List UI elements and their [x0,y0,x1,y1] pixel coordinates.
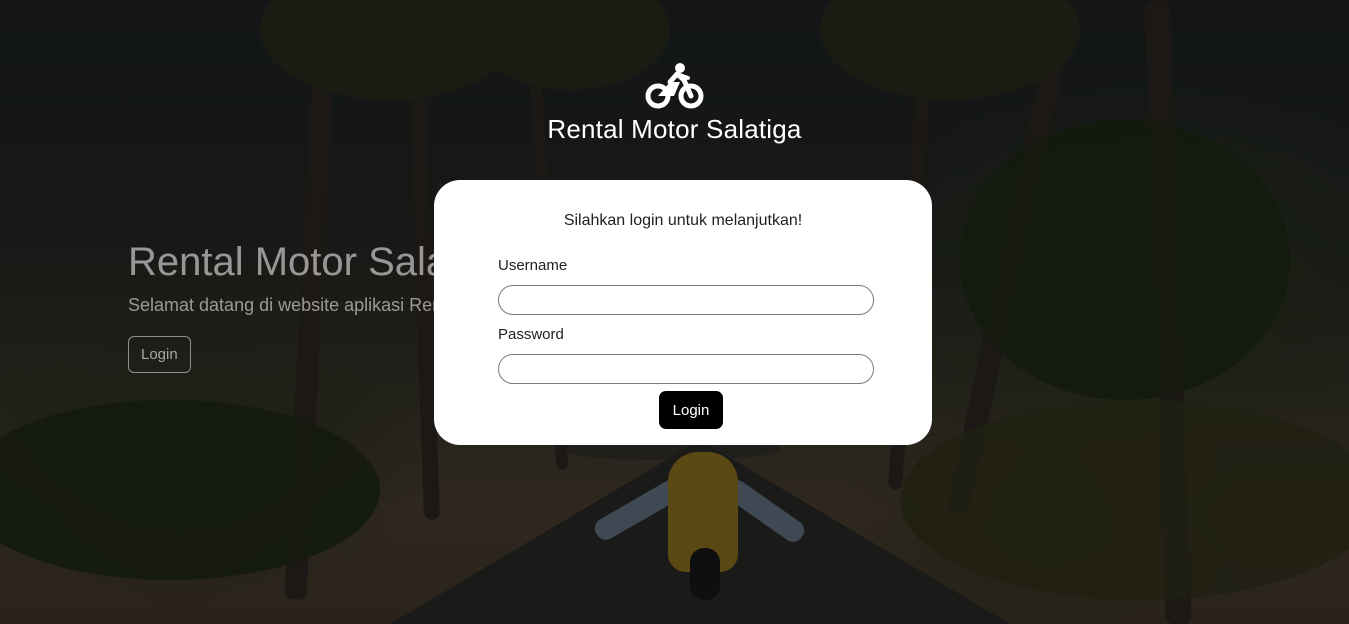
login-message: Silahkan login untuk melanjutkan! [563,212,803,229]
username-label: Username [498,257,568,274]
brand-header: Rental Motor Salatiga [0,62,1349,145]
hero-login-button[interactable]: Login [128,336,191,373]
password-input[interactable] [498,354,874,384]
login-page: Rental Motor Salatiga Selamat datang di … [0,0,1349,624]
brand-title: Rental Motor Salatiga [547,114,802,144]
login-button[interactable]: Login [659,391,723,429]
login-modal: Silahkan login untuk melanjutkan! Userna… [434,180,932,445]
motorcycle-icon [645,63,703,109]
password-label: Password [498,326,564,343]
username-input[interactable] [498,285,874,315]
